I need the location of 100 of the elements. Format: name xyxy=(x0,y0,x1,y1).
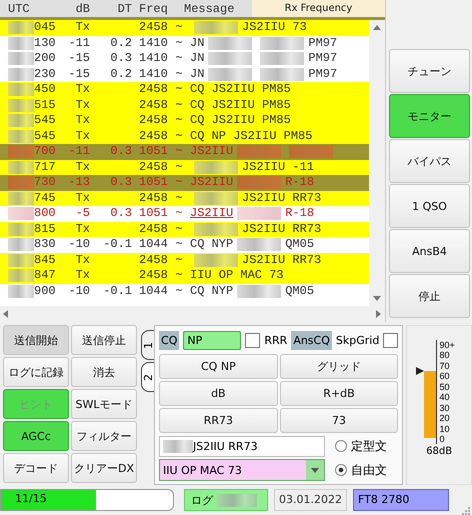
message-field[interactable]: JS2IIU RR73 xyxy=(159,436,326,457)
resize-grip-icon[interactable] xyxy=(461,506,470,515)
table-row[interactable]: 515 Tx 2458 ~ CQ JS2IIU PM85 xyxy=(0,98,369,113)
checkbox-label: RRR xyxy=(264,334,288,348)
blurred-patch xyxy=(194,222,238,236)
peak-marker-icon xyxy=(416,367,424,376)
message-button[interactable]: CQ NP xyxy=(159,354,278,380)
column-header: Rx Frequency xyxy=(252,0,385,17)
blurred-patch xyxy=(8,114,34,128)
blurred-patch xyxy=(217,494,257,506)
radio-button[interactable] xyxy=(335,464,348,476)
message-button[interactable]: グリッド xyxy=(280,354,398,380)
control-button[interactable]: 送信停止 xyxy=(71,325,137,355)
message-text: CQ NYP xyxy=(190,237,234,252)
table-cell-text: ~ xyxy=(174,82,184,98)
column-header: UTC xyxy=(7,2,31,16)
message-text: JN xyxy=(190,66,204,82)
control-button[interactable]: AGCc xyxy=(3,421,69,451)
checkbox[interactable] xyxy=(245,333,260,348)
blurred-patch xyxy=(8,160,34,174)
dropdown-icon[interactable] xyxy=(311,468,320,472)
table-cell: 545 xyxy=(34,128,56,144)
table-cell-text: 2458 xyxy=(138,20,168,36)
blurred-patch xyxy=(8,254,34,267)
table-cell-text: 0.3 xyxy=(109,51,132,66)
table-cell-text: Tx xyxy=(74,222,90,237)
message-text: CQ NP JS2IIU PM85 xyxy=(190,128,312,144)
tab[interactable]: 1 xyxy=(141,330,154,360)
table-cell: 045 xyxy=(34,20,56,36)
side-button[interactable]: 停止 xyxy=(389,274,470,318)
message-button[interactable]: dB xyxy=(159,381,278,406)
blurred-patch xyxy=(237,145,282,158)
message-text: JN xyxy=(190,51,204,66)
table-row[interactable]: 545 Tx 2458 ~ CQ JS2IIU PM85 xyxy=(0,113,369,128)
table-row[interactable]: 847 Tx 2458 ~ IIU OP MAC 73 xyxy=(0,268,369,284)
table-cell-text: ~ xyxy=(174,237,184,252)
checkbox[interactable] xyxy=(383,333,398,348)
message-combo[interactable]: IIU OP MAC 73 xyxy=(159,459,326,481)
table-cell: 700 xyxy=(34,144,56,160)
side-button[interactable]: バイパス xyxy=(389,139,470,183)
table-row[interactable]: 717 Tx 2458 ~ JS2IIU -11 xyxy=(0,160,369,175)
scale-label: 60 xyxy=(438,371,451,382)
table-row[interactable]: 045 Tx 2458 ~ JS2IIU 73 xyxy=(0,20,369,36)
blurred-patch xyxy=(237,207,282,220)
table-cell-text: -0.1 xyxy=(102,237,132,252)
table-cell-text: 1051 xyxy=(138,175,168,190)
message-text: JS2IIU 73 xyxy=(242,20,307,36)
control-button[interactable]: ログに記録 xyxy=(3,357,69,387)
table-row[interactable]: 900 -10 -0.1 1044 ~ CQ NYP QM05 xyxy=(0,284,369,299)
control-button[interactable]: フィルター xyxy=(71,421,137,451)
scrollbar[interactable] xyxy=(369,20,385,306)
scroll-right-icon[interactable] xyxy=(376,310,381,318)
table-cell-text: 1410 xyxy=(138,36,168,51)
control-button[interactable]: 送信開始 xyxy=(3,325,69,355)
scroll-left-icon[interactable] xyxy=(3,310,8,318)
message-text: JS2IIU RR73 xyxy=(242,190,322,206)
blurred-patch xyxy=(237,238,282,252)
table-row[interactable]: 815 Tx 2458 ~ JS2IIU RR73 xyxy=(0,222,369,237)
table-cell: 200 xyxy=(34,51,56,66)
scroll-up-icon[interactable] xyxy=(373,25,381,30)
table-row[interactable]: 845 Tx 2458 ~ JS2IIU RR73 xyxy=(0,252,369,268)
table-cell-text: ~ xyxy=(174,113,184,128)
table-cell-text: ~ xyxy=(174,206,184,222)
control-button[interactable]: 消去 xyxy=(71,357,137,387)
table-cell-text: 0.2 xyxy=(109,66,132,82)
message-text: QM05 xyxy=(285,284,314,299)
table-row[interactable]: 745 Tx 2458 ~ JS2IIU RR73 xyxy=(0,190,369,206)
scrollbar[interactable] xyxy=(0,306,385,322)
table-row[interactable]: 545 Tx 2458 ~ CQ NP JS2IIU PM85 xyxy=(0,128,369,144)
side-button[interactable]: チューン xyxy=(389,49,470,93)
control-button[interactable]: クリアーDX xyxy=(71,453,137,483)
blurred-patch xyxy=(8,269,34,282)
side-button[interactable]: 1 QSO xyxy=(389,184,470,228)
table-cell-text: ~ xyxy=(174,20,184,36)
blurred-patch xyxy=(194,192,238,205)
table-cell-text: Tx xyxy=(74,160,90,175)
table-cell: 545 xyxy=(34,113,56,128)
table-row[interactable]: 130 -11 0.2 1410 ~ JN PM97 xyxy=(0,36,369,51)
radio-button[interactable] xyxy=(335,440,348,452)
table-cell-text: 0.2 xyxy=(109,36,132,51)
message-button[interactable]: R+dB xyxy=(280,381,398,406)
table-row[interactable]: 450 Tx 2458 ~ CQ JS2IIU PM85 xyxy=(0,82,369,98)
control-button[interactable]: デコード xyxy=(3,453,69,483)
blurred-patch xyxy=(8,222,34,236)
table-cell-text: ~ xyxy=(174,128,184,144)
input-field[interactable]: NP xyxy=(183,331,242,350)
table-cell-text: -15 xyxy=(67,51,90,66)
side-button[interactable]: AnsB4 xyxy=(389,229,470,273)
control-button[interactable]: SWLモード xyxy=(71,389,137,419)
column-header: Freq xyxy=(138,2,169,16)
table-cell: 845 xyxy=(34,252,56,268)
message-text: JS2IIU RR73 xyxy=(242,252,322,268)
table-cell: 900 xyxy=(34,284,56,299)
side-button[interactable]: モニター xyxy=(389,94,470,138)
blurred-patch xyxy=(194,160,238,174)
tab[interactable]: 2 xyxy=(141,362,154,392)
table-cell-text: ~ xyxy=(174,190,184,206)
scroll-down-icon[interactable] xyxy=(373,296,381,301)
message-button[interactable]: 73 xyxy=(280,408,398,434)
message-button[interactable]: RR73 xyxy=(159,408,278,434)
